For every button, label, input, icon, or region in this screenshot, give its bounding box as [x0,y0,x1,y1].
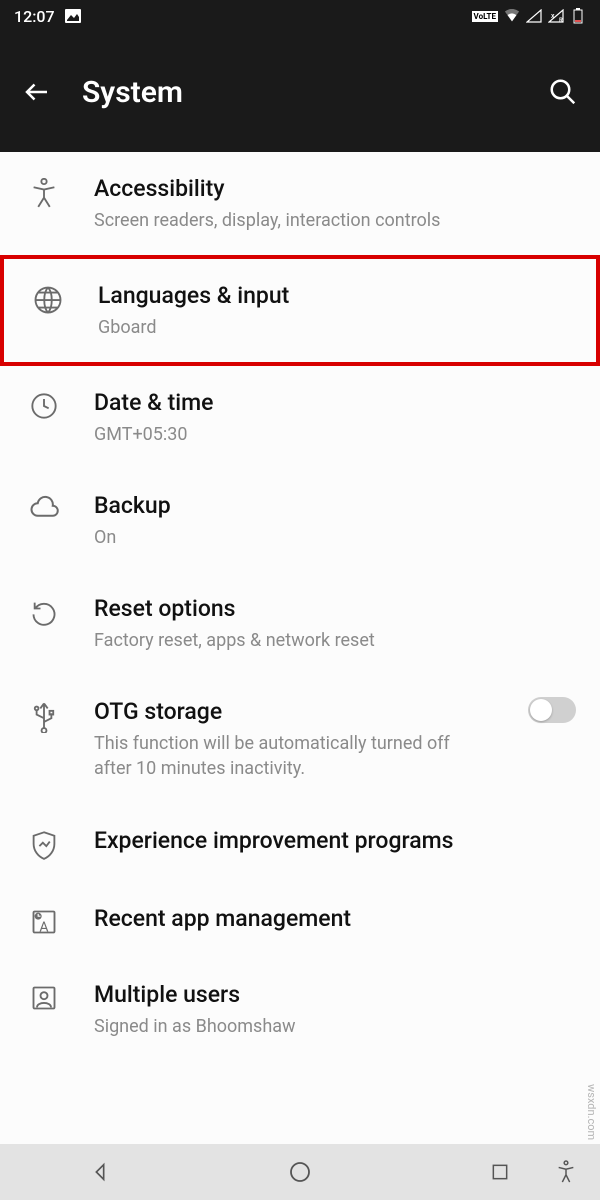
app-header: System [0,32,600,152]
settings-list: Accessibility Screen readers, display, i… [0,152,600,1144]
reset-icon [30,598,58,626]
watermark: wsxdn.com [585,1084,598,1140]
status-time: 12:07 [14,7,55,26]
item-multiple-users[interactable]: Multiple users Signed in as Bhoomshaw [0,958,600,1061]
item-title: Accessibility [94,174,576,204]
item-title: Date & time [94,388,576,418]
item-languages-input[interactable]: Languages & input Gboard [0,255,600,366]
item-experience-improvement[interactable]: Experience improvement programs [0,804,600,882]
item-title: Backup [94,491,576,521]
item-title: Experience improvement programs [94,826,576,856]
item-subtitle: This function will be automatically turn… [94,731,490,781]
shield-icon [30,830,58,860]
item-date-time[interactable]: Date & time GMT+05:30 [0,366,600,469]
volte-badge: VoLTE [472,11,498,22]
clock-icon [30,392,58,420]
recent-icon: A [30,908,58,936]
accessibility-icon [30,178,58,208]
search-button[interactable] [548,77,578,107]
nav-back[interactable] [80,1152,120,1192]
svg-text:R: R [559,17,563,23]
page-title: System [82,75,183,110]
cloud-icon [29,495,59,519]
item-subtitle: Signed in as Bhoomshaw [94,1014,576,1039]
image-icon [65,8,81,24]
wifi-icon [504,8,520,24]
globe-icon [33,285,63,315]
item-backup[interactable]: Backup On [0,469,600,572]
svg-text:A: A [39,919,48,935]
signal-icon [526,8,542,24]
item-accessibility[interactable]: Accessibility Screen readers, display, i… [0,152,600,255]
item-subtitle: Factory reset, apps & network reset [94,628,576,653]
nav-accessibility[interactable] [546,1152,586,1192]
item-otg-storage[interactable]: OTG storage This function will be automa… [0,675,600,803]
usb-icon [31,701,57,733]
signal2-icon: xR [548,8,564,24]
item-title: Reset options [94,594,576,624]
nav-home[interactable] [280,1152,320,1192]
item-title: Languages & input [98,281,572,311]
item-reset-options[interactable]: Reset options Factory reset, apps & netw… [0,572,600,675]
user-icon [30,984,58,1012]
item-title: OTG storage [94,697,490,727]
back-button[interactable] [22,77,52,107]
battery-icon [570,8,586,24]
status-bar: 12:07 VoLTE xR [0,0,600,32]
item-subtitle: On [94,525,576,550]
otg-toggle[interactable] [528,697,576,723]
item-subtitle: GMT+05:30 [94,422,576,447]
item-title: Recent app management [94,904,576,934]
svg-text:x: x [551,12,555,20]
nav-recent[interactable] [480,1152,520,1192]
item-subtitle: Screen readers, display, interaction con… [94,208,576,233]
navigation-bar [0,1144,600,1200]
item-title: Multiple users [94,980,576,1010]
item-recent-app-management[interactable]: A Recent app management [0,882,600,958]
item-subtitle: Gboard [98,315,572,340]
